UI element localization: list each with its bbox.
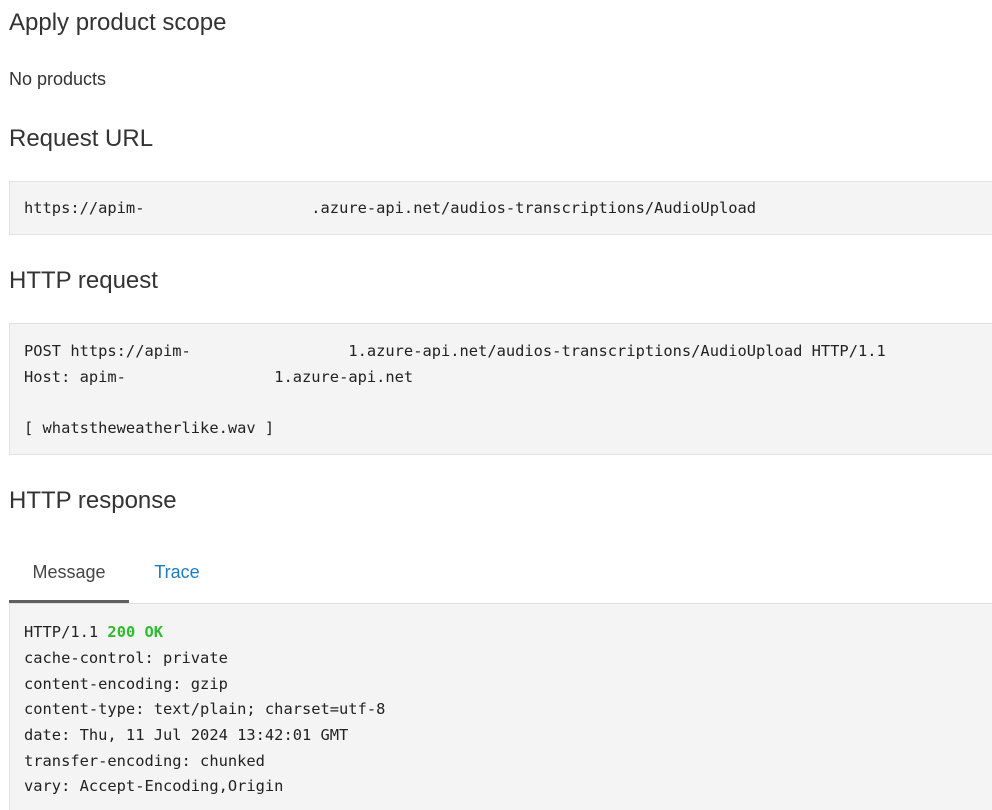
response-header: transfer-encoding: chunked <box>24 752 265 770</box>
http-request-body: [ whatstheweatherlike.wav ] <box>24 419 275 437</box>
response-status-line: HTTP/1.1 200 OK <box>24 622 163 642</box>
response-header: date: Thu, 11 Jul 2024 13:42:01 GMT <box>24 726 349 744</box>
http-request-line-prefix: POST https://apim- <box>24 342 191 360</box>
http-response-box[interactable]: HTTP/1.1 200 OK cache-control: private c… <box>9 603 992 810</box>
http-response-heading: HTTP response <box>9 487 177 514</box>
tab-message[interactable]: Message <box>9 547 129 604</box>
response-header: cache-control: private <box>24 649 228 667</box>
http-request-host-suffix: 1.azure-api.net <box>274 368 414 386</box>
response-header: content-type: text/plain; charset=utf-8 <box>24 700 386 718</box>
request-url-heading: Request URL <box>9 125 154 152</box>
http-request-host-prefix: Host: apim- <box>24 368 126 386</box>
redacted-region <box>125 367 275 387</box>
request-url-box[interactable]: https://apim- .azure-api.net/audios-tran… <box>9 181 992 235</box>
request-url-suffix: .azure-api.net/audios-transcriptions/Aud… <box>311 199 757 217</box>
response-tabs: Message Trace <box>9 547 992 604</box>
response-header: vary: Accept-Encoding,Origin <box>24 777 284 795</box>
http-request-line: POST https://apim- 1.azure-api.net/audio… <box>24 341 886 361</box>
http-request-heading: HTTP request <box>9 267 158 294</box>
request-url-text[interactable]: https://apim- .azure-api.net/audios-tran… <box>24 198 756 218</box>
http-request-line-suffix: 1.azure-api.net/audios-transcriptions/Au… <box>348 342 886 360</box>
redacted-region <box>190 341 349 361</box>
response-status-code: 200 OK <box>107 623 164 641</box>
redacted-region <box>144 198 312 218</box>
response-protocol: HTTP/1.1 <box>24 623 99 641</box>
product-scope-heading: Apply product scope <box>9 9 227 36</box>
request-url-prefix: https://apim- <box>24 199 145 217</box>
product-scope-value: No products <box>9 69 107 89</box>
http-request-host: Host: apim- 1.azure-api.net <box>24 367 413 387</box>
http-request-box[interactable]: POST https://apim- 1.azure-api.net/audio… <box>9 323 992 455</box>
response-header: content-encoding: gzip <box>24 675 228 693</box>
tab-trace[interactable]: Trace <box>139 547 215 600</box>
